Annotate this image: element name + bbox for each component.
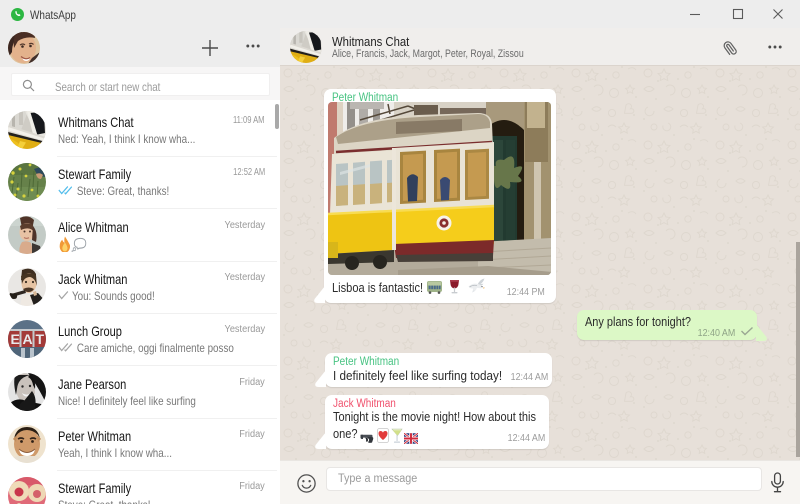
svg-text:E: E bbox=[11, 331, 20, 347]
svg-text:T: T bbox=[36, 331, 45, 347]
svg-text:A: A bbox=[23, 331, 33, 347]
